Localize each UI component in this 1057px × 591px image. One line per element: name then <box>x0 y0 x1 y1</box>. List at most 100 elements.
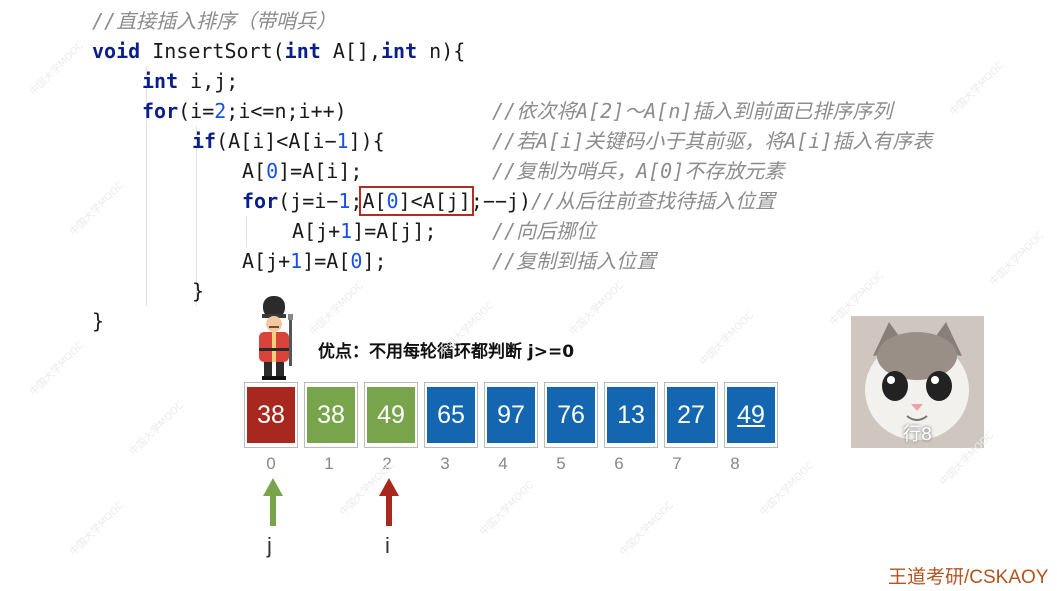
array-cell: 97 <box>484 382 538 448</box>
advantage-note: 优点：不用每轮循环都判断 j>=0 <box>318 342 575 362</box>
cat-caption: 行8 <box>902 424 933 445</box>
code-comment-5: //复制为哨兵，A[0]不存放元素 <box>492 159 785 183</box>
code-text: A[], <box>320 39 382 63</box>
code-text: (j=i− <box>278 189 339 213</box>
code-line-3: for(i=2;i<=n;i++) <box>142 96 347 126</box>
sentinel-soldier-icon <box>259 296 293 380</box>
array-index: 8 <box>730 454 740 473</box>
mooc-watermark: 中国大学MOOC <box>127 399 187 459</box>
code-text: ]=A[ <box>302 249 351 273</box>
array-cell-value: 49 <box>367 387 415 443</box>
array-cell-value: 65 <box>427 387 475 443</box>
indent-guide <box>246 216 247 246</box>
code-comment-4: //若A[i]关键码小于其前驱，将A[i]插入有序表 <box>492 129 933 153</box>
array-cell-value: 97 <box>487 387 535 443</box>
mooc-watermark: 中国大学MOOC <box>697 309 757 369</box>
code-text: ]=A[j]; <box>352 219 437 243</box>
pointer-j-arrow-icon <box>263 478 283 526</box>
mooc-watermark: 中国大学MOOC <box>67 179 127 239</box>
array-index: 6 <box>614 454 624 473</box>
code-text: n){ <box>417 39 466 63</box>
pointer-j-label: j <box>267 533 272 558</box>
array-cell-value: 13 <box>607 387 655 443</box>
code-text: A[j+ <box>242 249 291 273</box>
keyword: int <box>142 69 179 93</box>
code-text: A[ <box>362 189 387 213</box>
array-index: 3 <box>440 454 450 473</box>
array-index: 4 <box>498 454 508 473</box>
code-comment-7: //向后挪位 <box>492 219 597 243</box>
code-line-1: void InsertSort(int A[],int n){ <box>92 36 465 66</box>
array-cell-value: 38 <box>307 387 355 443</box>
number-literal: 1 <box>336 129 349 153</box>
array-cell-value: 27 <box>667 387 715 443</box>
mooc-watermark: 中国大学MOOC <box>617 499 677 559</box>
array-cell: 65 <box>424 382 478 448</box>
code-text: i,j; <box>178 69 239 93</box>
keyword: void <box>92 39 141 63</box>
pointer-i-label: i <box>385 533 390 558</box>
array-cell: 38 <box>304 382 358 448</box>
keyword: for <box>242 189 279 213</box>
code-line-4: if(A[i]<A[i−1]){ <box>192 126 385 156</box>
code-line-8: A[j+1]=A[0]; <box>242 246 387 276</box>
keyword: for <box>142 99 179 123</box>
code-line-7: A[j+1]=A[j]; <box>292 216 437 246</box>
mooc-watermark: 中国大学MOOC <box>307 279 367 339</box>
code-comment-6: //从后往前查找待插入位置 <box>531 189 776 213</box>
code-title-comment: //直接插入排序（带哨兵） <box>92 9 337 33</box>
code-text: ]; <box>362 249 387 273</box>
number-literal: 1 <box>340 219 353 243</box>
code-line-2: int i,j; <box>142 66 238 96</box>
number-literal: 2 <box>214 99 227 123</box>
brand-watermark: 王道考研/CSKAOY <box>888 567 1049 588</box>
array-index: 1 <box>324 454 334 473</box>
keyword: int <box>284 39 321 63</box>
array-cell: 49 <box>724 382 778 448</box>
mooc-watermark: 中国大学MOOC <box>27 339 87 399</box>
code-comment-3: //依次将A[2]～A[n]插入到前面已排序序列 <box>492 99 893 123</box>
code-text: ]=A[i]; <box>278 159 363 183</box>
number-literal: 1 <box>290 249 303 273</box>
code-text: (i= <box>178 99 215 123</box>
code-line-10: } <box>92 309 105 333</box>
code-text: A[ <box>242 159 267 183</box>
array-index: 0 <box>266 454 276 473</box>
code-text: ;−−j) <box>470 189 532 213</box>
mooc-watermark: 中国大学MOOC <box>567 279 627 339</box>
array-cell: 38 <box>244 382 298 448</box>
array-cell-value: 49 <box>727 387 775 443</box>
array-index: 7 <box>672 454 682 473</box>
number-literal: 0 <box>386 189 399 213</box>
cat-photo: 行8 <box>851 316 984 448</box>
mooc-watermark: 中国大学MOOC <box>947 59 1007 119</box>
mooc-watermark: 中国大学MOOC <box>27 39 87 99</box>
code-line-9: } <box>192 279 205 303</box>
number-literal: 1 <box>338 189 351 213</box>
mooc-watermark: 中国大学MOOC <box>987 229 1047 289</box>
code-text: ;i<=n;i++) <box>226 99 347 123</box>
code-line-6: for(j=i−1;A[0]<A[j];−−j)//从后往前查找待插入位置 <box>242 186 775 216</box>
number-literal: 0 <box>350 249 363 273</box>
array-index: 2 <box>382 454 392 473</box>
array-index: 5 <box>556 454 566 473</box>
array-cell-value: 38 <box>247 387 295 443</box>
mooc-watermark: 中国大学MOOC <box>477 479 537 539</box>
code-text: ]<A[j] <box>398 189 471 213</box>
keyword: int <box>381 39 418 63</box>
array-cell: 27 <box>664 382 718 448</box>
code-line-5: A[0]=A[i]; <box>242 156 362 186</box>
array-cell-value: 76 <box>547 387 595 443</box>
array-cell: 76 <box>544 382 598 448</box>
number-literal: 0 <box>266 159 279 183</box>
pointer-i-arrow-icon <box>379 478 399 526</box>
keyword: if <box>192 129 217 153</box>
array-indices: 0 1 2 3 4 5 6 7 8 <box>244 454 766 474</box>
array-cell: 49 <box>364 382 418 448</box>
code-text: ; <box>350 189 363 213</box>
code-text: InsertSort( <box>140 39 285 63</box>
highlighted-condition: A[0]<A[j] <box>359 186 474 216</box>
array-cells: 38 38 49 65 97 76 13 27 49 <box>244 382 784 448</box>
code-comment-8: //复制到插入位置 <box>492 249 657 273</box>
code-text: A[j+ <box>292 219 341 243</box>
